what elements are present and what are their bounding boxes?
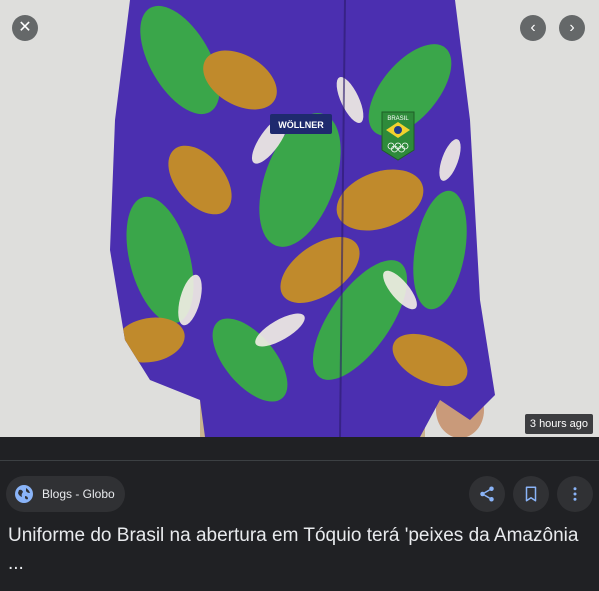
- result-image[interactable]: WÖLLNER BRASIL ✕ ‹ › 3 hours ago: [0, 0, 599, 437]
- brand-patch-text: WÖLLNER: [278, 120, 324, 130]
- article-title-link[interactable]: Uniforme do Brasil na abertura em Tóquio…: [8, 522, 593, 578]
- brasil-patch: BRASIL: [381, 111, 415, 161]
- bookmark-icon: [525, 486, 537, 502]
- close-icon: ✕: [18, 19, 32, 36]
- more-vert-icon: [573, 487, 577, 501]
- more-options-button[interactable]: [557, 476, 593, 512]
- divider: [0, 460, 599, 461]
- share-button[interactable]: [469, 476, 505, 512]
- brasil-patch-text: BRASIL: [387, 116, 409, 122]
- save-button[interactable]: [513, 476, 549, 512]
- globe-icon: [14, 484, 34, 504]
- source-label: Blogs - Globo: [42, 487, 115, 501]
- shirt-photo: WÖLLNER BRASIL: [0, 0, 599, 437]
- time-badge: 3 hours ago: [524, 414, 593, 434]
- next-image-button[interactable]: ›: [559, 15, 585, 41]
- previous-image-button[interactable]: ‹: [520, 15, 546, 41]
- chevron-left-icon: ‹: [530, 19, 536, 36]
- chevron-right-icon: ›: [569, 19, 575, 36]
- close-button[interactable]: ✕: [12, 15, 38, 41]
- source-chip[interactable]: Blogs - Globo: [6, 476, 125, 512]
- share-icon: [480, 486, 494, 502]
